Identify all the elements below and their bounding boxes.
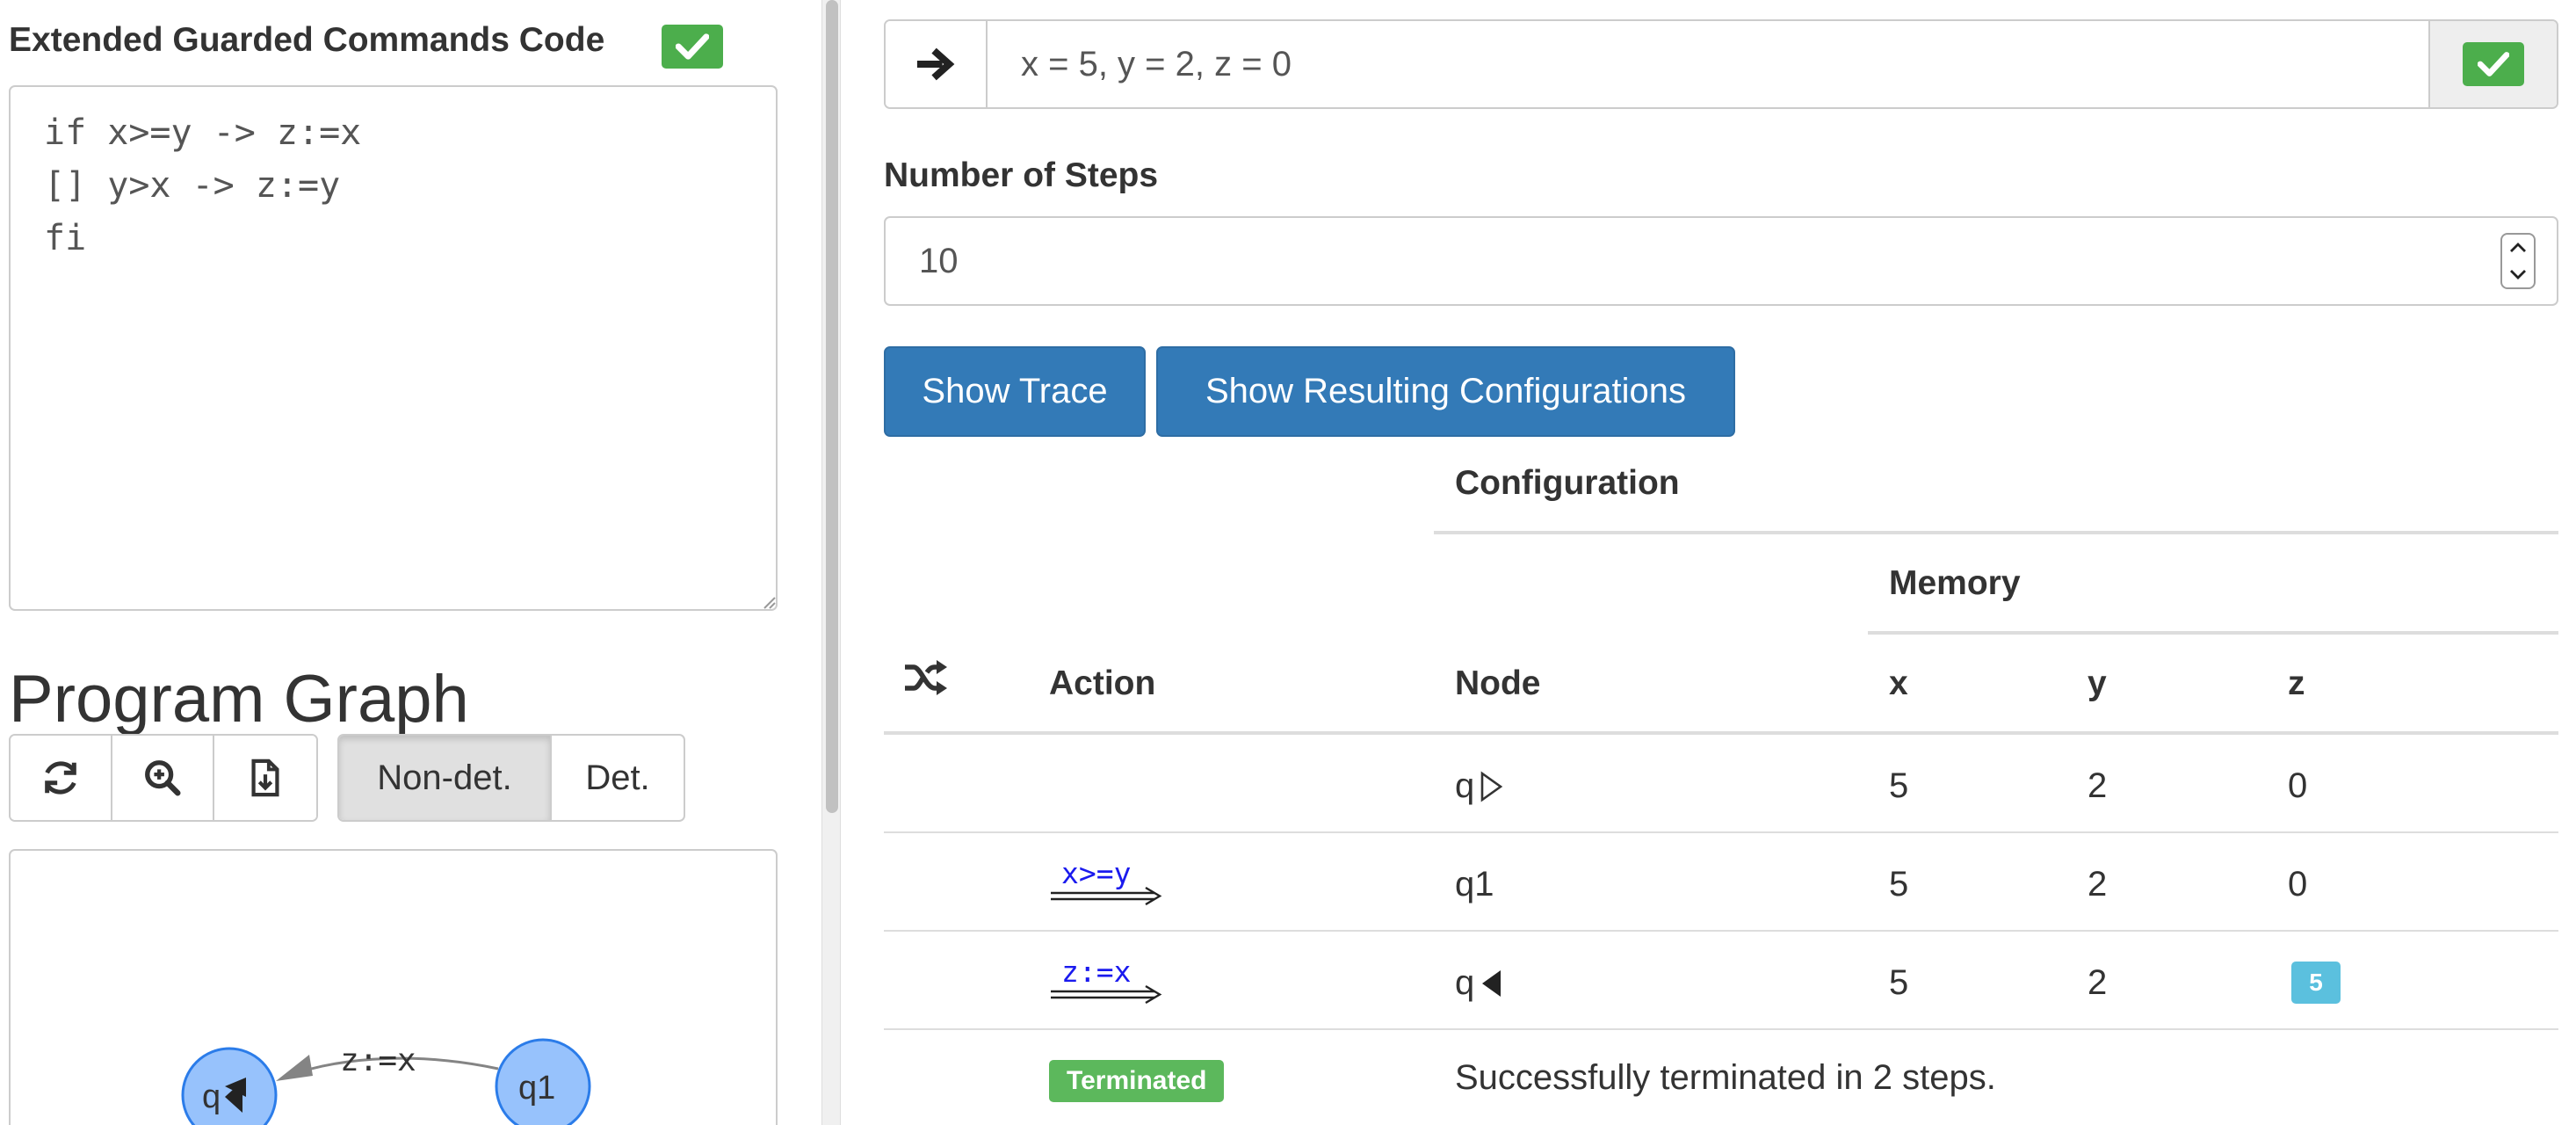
termination-message: Successfully terminated in 2 steps. — [1455, 1058, 1996, 1097]
header-memory: Memory — [1889, 564, 2021, 602]
table-row-y: 2 — [2088, 963, 2108, 1002]
action-link-guard[interactable]: x>=y — [1049, 856, 1163, 905]
graph-edge-label: z:=x — [340, 1042, 416, 1078]
refresh-graph-button[interactable] — [11, 736, 112, 820]
table-row-x: 5 — [1889, 963, 1909, 1002]
steps-input[interactable] — [886, 241, 2500, 281]
input-addon-arrow — [886, 21, 988, 107]
double-arrow-icon — [1051, 886, 1162, 905]
changed-value-badge: 5 — [2291, 962, 2341, 1004]
check-icon — [676, 33, 709, 60]
graph-node-final-label: q — [202, 1078, 221, 1115]
zoom-icon — [145, 760, 181, 796]
table-row-y: 2 — [2088, 865, 2108, 904]
steps-spinner[interactable] — [2500, 233, 2536, 289]
initial-config-input[interactable] — [988, 21, 2428, 107]
program-graph-toolbar: Non-det. Det. — [9, 734, 685, 822]
header-divider — [1868, 631, 2558, 635]
steps-label: Number of Steps — [884, 156, 1159, 194]
row-divider — [884, 831, 2558, 833]
table-row-node: q1 — [1455, 865, 1494, 904]
table-row-x: 5 — [1889, 865, 1909, 904]
code-editor-textarea[interactable]: if x>=y -> z:=x [] y>x -> z:=y fi — [9, 85, 778, 611]
check-icon — [2478, 52, 2509, 76]
graph-edge-arrowhead — [276, 1055, 313, 1081]
zoom-graph-button[interactable] — [112, 736, 214, 820]
left-pane: Extended Guarded Commands Code if x>=y -… — [0, 0, 821, 1125]
graph-mode-toggle: Non-det. Det. — [337, 734, 685, 822]
export-graph-button[interactable] — [214, 736, 316, 820]
table-row-x: 5 — [1889, 766, 1909, 805]
graph-actions-group — [9, 734, 318, 822]
double-arrow-icon — [1051, 984, 1162, 1004]
header-configuration: Configuration — [1455, 464, 1680, 502]
mode-nondeterministic-button[interactable]: Non-det. — [339, 736, 552, 820]
start-triangle-icon — [1480, 770, 1503, 802]
table-row-node: q — [1455, 766, 1504, 806]
resize-grip-icon[interactable] — [761, 594, 777, 610]
scrollbar-thumb[interactable] — [826, 0, 838, 813]
spinner-up-icon[interactable] — [2508, 242, 2528, 254]
show-configurations-button[interactable]: Show Resulting Configurations — [1156, 346, 1735, 437]
graph-node-q1-label: q1 — [518, 1070, 555, 1107]
arrow-right-icon — [916, 47, 955, 81]
shuffle-icon[interactable] — [903, 657, 949, 698]
table-row-y: 2 — [2088, 766, 2108, 805]
header-y: y — [2088, 664, 2107, 702]
export-icon — [251, 758, 279, 797]
table-row-z: 0 — [2288, 865, 2308, 904]
mode-deterministic-button[interactable]: Det. — [552, 736, 684, 820]
code-editor-title: Extended Guarded Commands Code — [9, 21, 605, 59]
header-node: Node — [1455, 664, 1541, 702]
program-graph-canvas[interactable]: z:=x q q1 — [9, 849, 778, 1125]
program-graph-title: Program Graph — [9, 662, 469, 737]
show-trace-button[interactable]: Show Trace — [884, 346, 1146, 437]
header-action: Action — [1049, 664, 1156, 702]
table-row-z: 0 — [2288, 766, 2308, 805]
refresh-icon — [45, 761, 76, 795]
initial-config-input-group — [884, 19, 2558, 109]
header-z: z — [2288, 664, 2305, 702]
end-triangle-icon — [1482, 969, 1501, 997]
row-divider — [884, 1028, 2558, 1030]
header-x: x — [1889, 664, 1908, 702]
spinner-down-icon[interactable] — [2508, 268, 2528, 280]
steps-field — [884, 216, 2558, 306]
header-divider — [1434, 531, 2558, 534]
code-valid-badge — [662, 25, 723, 69]
left-pane-scrollbar[interactable] — [821, 0, 841, 1125]
input-valid-addon — [2428, 21, 2557, 107]
header-divider — [884, 731, 2558, 735]
table-row-node: q — [1455, 963, 1504, 1003]
row-divider — [884, 930, 2558, 932]
action-link-assign[interactable]: z:=x — [1049, 954, 1163, 1004]
input-valid-badge — [2463, 42, 2524, 86]
terminated-badge: Terminated — [1049, 1060, 1225, 1102]
